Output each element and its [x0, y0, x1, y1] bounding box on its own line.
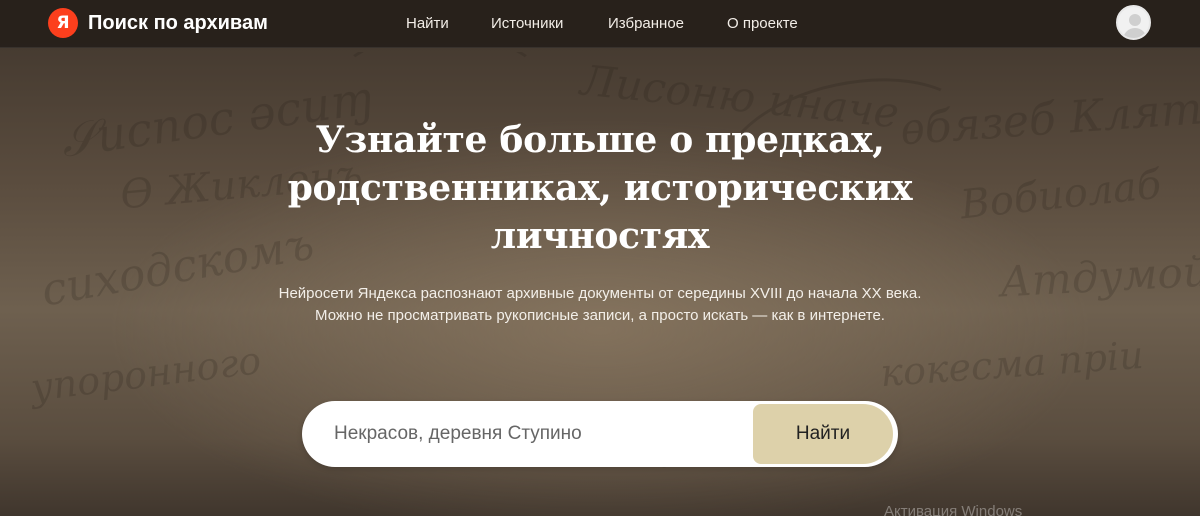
headline-line: личностях	[490, 215, 710, 257]
nav-sources[interactable]: Источники	[491, 15, 563, 32]
search-button[interactable]: Найти	[753, 404, 893, 464]
avatar-head-shape	[1129, 14, 1141, 26]
logo[interactable]: Я Поиск по архивам	[48, 8, 268, 38]
search-bar: Найти	[302, 401, 898, 467]
yandex-logo-icon: Я	[48, 8, 78, 38]
avatar-body-shape	[1123, 28, 1147, 38]
description-line: Нейросети Яндекса распознают архивные до…	[278, 285, 922, 302]
user-avatar-icon[interactable]	[1116, 5, 1151, 40]
nav-about[interactable]: О проекте	[727, 15, 798, 32]
description-line: Можно не просматривать рукописные записи…	[315, 307, 885, 324]
nav-find[interactable]: Найти	[406, 15, 449, 32]
nav-favorites[interactable]: Избранное	[608, 15, 684, 32]
headline-line: родственниках, исторических	[287, 167, 913, 209]
site-title: Поиск по архивам	[88, 11, 268, 34]
top-bar: Я Поиск по архивам Найти Источники Избра…	[0, 0, 1200, 48]
headline-line: Узнайте больше о предках,	[315, 119, 885, 161]
search-input[interactable]	[334, 417, 744, 451]
hero-headline: Узнайте больше о предках, родственниках,…	[200, 116, 1000, 260]
windows-activation-watermark: Активация Windows	[884, 503, 1023, 516]
hero-description: Нейросети Яндекса распознают архивные до…	[200, 283, 1000, 327]
